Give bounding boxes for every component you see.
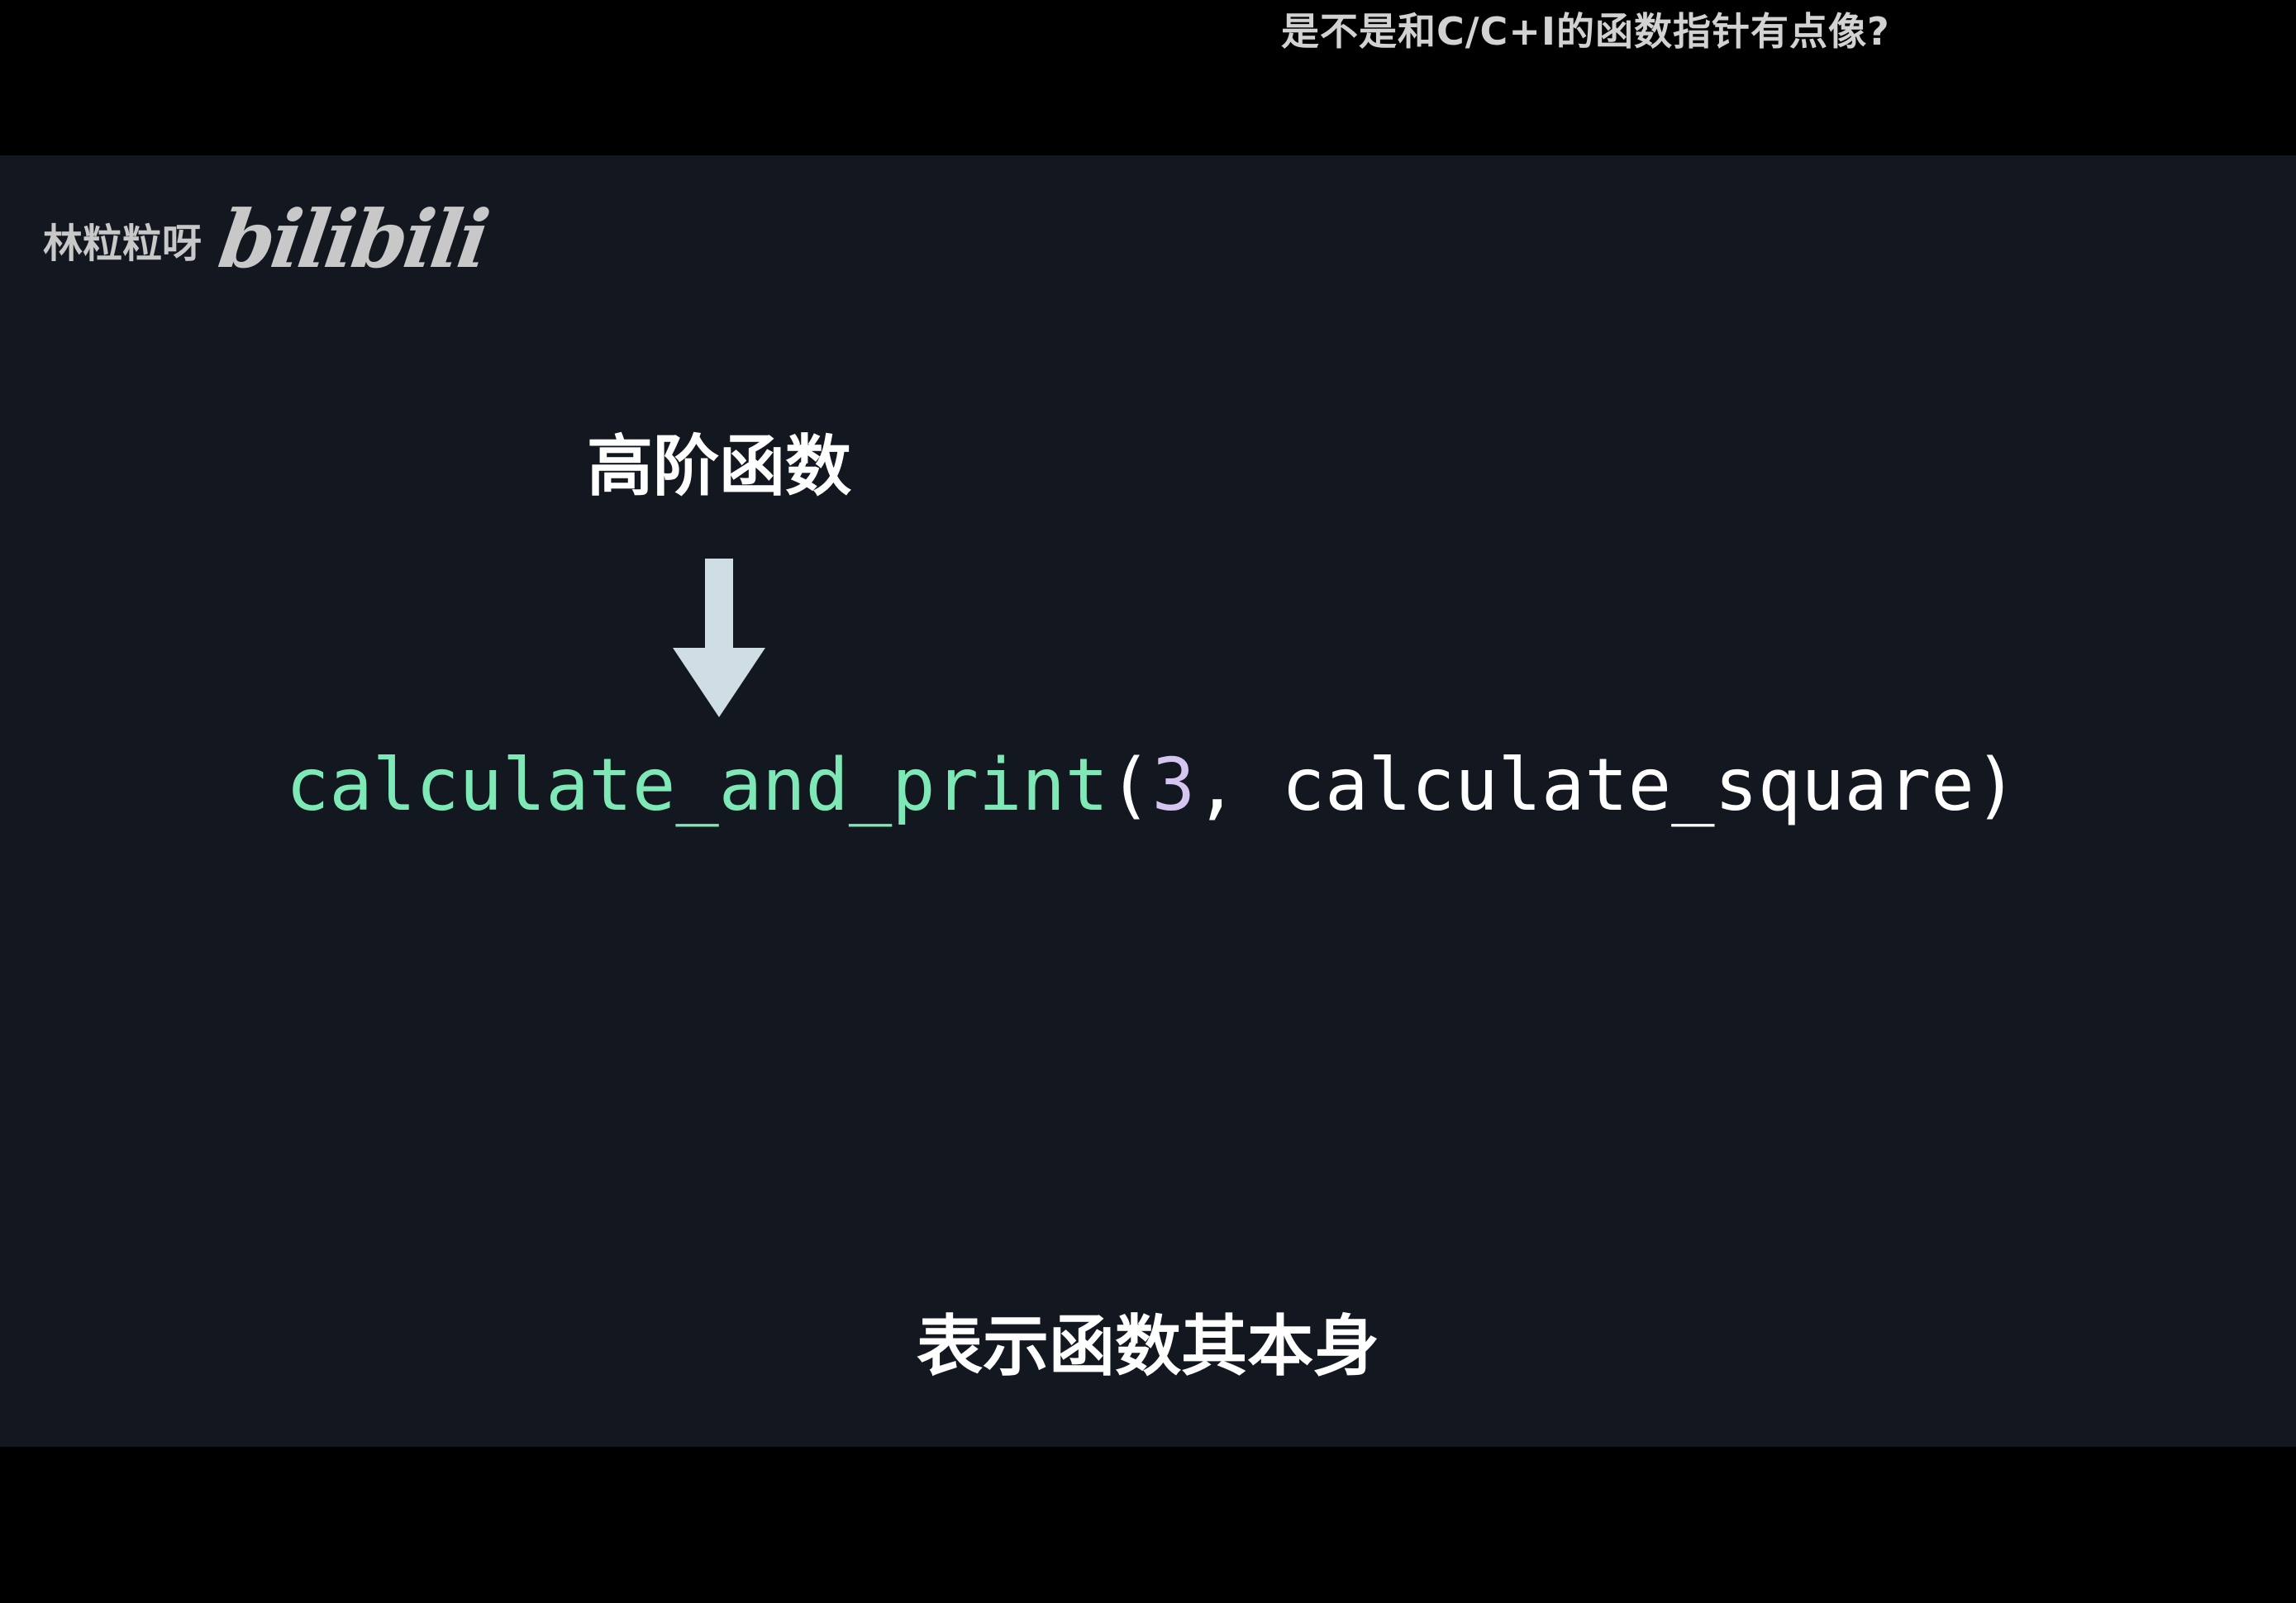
watermark-author: 林粒粒呀 [43,221,202,267]
code-function-name: calculate_and_print [286,743,1109,827]
code-line: calculate_and_print(3, calculate_square) [286,735,2017,835]
code-open-paren: ( [1108,743,1152,827]
code-comma: , [1194,743,1282,827]
video-frame: 是不是和C/C+I的函数指针有点像? 林粒粒呀 bilibili 高阶函数 ca… [0,0,2296,1603]
subtitle-caption: 表示函数其本身 [917,1308,1379,1385]
top-letterbox: 是不是和C/C+I的函数指针有点像? [0,0,2296,155]
code-function-arg: calculate_square [1281,743,1974,827]
down-arrow-icon [673,559,765,717]
channel-watermark: 林粒粒呀 bilibili [43,193,492,286]
danmaku-comment: 是不是和C/C+I的函数指针有点像? [1281,9,1890,54]
bilibili-logo-icon: bilibili [213,193,493,286]
concept-label: 高阶函数 [587,428,851,505]
code-number-arg: 3 [1151,743,1195,827]
bottom-letterbox [0,1447,2296,1603]
code-close-paren: ) [1974,743,2018,827]
